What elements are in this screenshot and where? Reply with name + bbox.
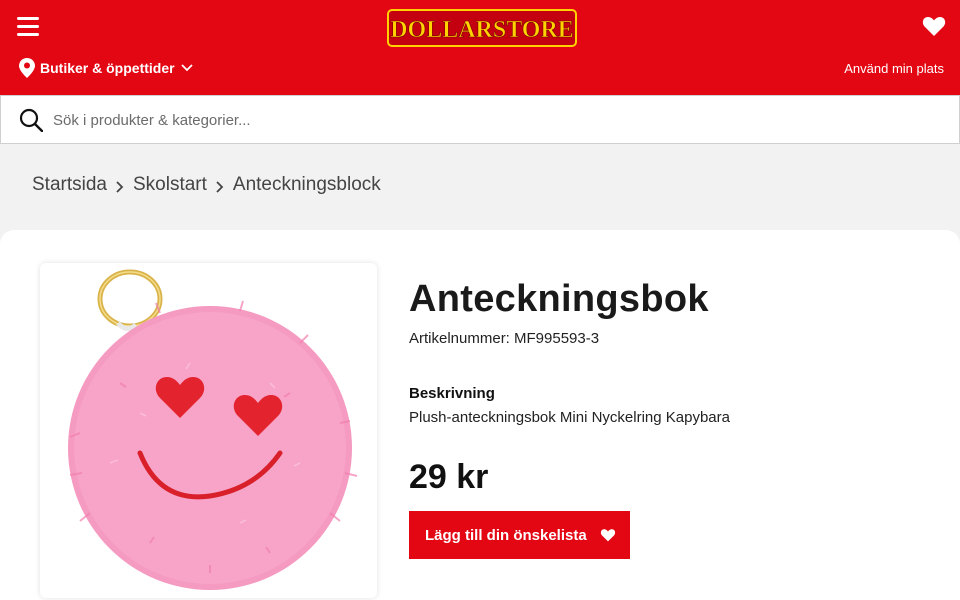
- product-price: 29 kr: [409, 458, 489, 496]
- heart-icon[interactable]: [922, 15, 946, 37]
- add-to-wishlist-label: Lägg till din önskelista: [425, 526, 587, 544]
- description-heading: Beskrivning: [409, 385, 495, 402]
- product-image[interactable]: [40, 263, 377, 598]
- plush-smiley-keyring-image: [68, 269, 358, 590]
- chevron-down-icon: [180, 64, 193, 72]
- map-pin-icon: [19, 58, 35, 78]
- chevron-right-icon: [116, 181, 124, 193]
- breadcrumb: Startsida Skolstart Anteckningsblock: [32, 174, 381, 196]
- product-title: Anteckningsbok: [409, 278, 709, 320]
- heart-icon: [600, 529, 615, 542]
- breadcrumb-item-skolstart[interactable]: Skolstart: [133, 174, 207, 196]
- use-my-location-link[interactable]: Använd min plats: [844, 61, 944, 76]
- breadcrumb-item-startsida[interactable]: Startsida: [32, 174, 107, 196]
- dollarstore-logo[interactable]: DOLLARSTORE: [387, 6, 577, 50]
- add-to-wishlist-button[interactable]: Lägg till din önskelista: [409, 511, 630, 559]
- search-bar: [0, 95, 960, 144]
- stores-hours-dropdown[interactable]: Butiker & öppettider: [19, 58, 193, 78]
- hamburger-icon[interactable]: [17, 17, 39, 37]
- product-description: Plush-anteckningsbok Mini Nyckelring Kap…: [409, 409, 730, 426]
- logo-text: DOLLARSTORE: [390, 17, 574, 43]
- breadcrumb-item-anteckningsblock[interactable]: Anteckningsblock: [233, 174, 381, 196]
- search-icon[interactable]: [19, 108, 43, 132]
- site-header: DOLLARSTORE Butiker & öppettider Använd …: [0, 0, 960, 95]
- search-input[interactable]: [53, 103, 943, 137]
- chevron-right-icon: [216, 181, 224, 193]
- stores-label: Butiker & öppettider: [40, 60, 175, 76]
- article-number: Artikelnummer: MF995593-3: [409, 330, 600, 347]
